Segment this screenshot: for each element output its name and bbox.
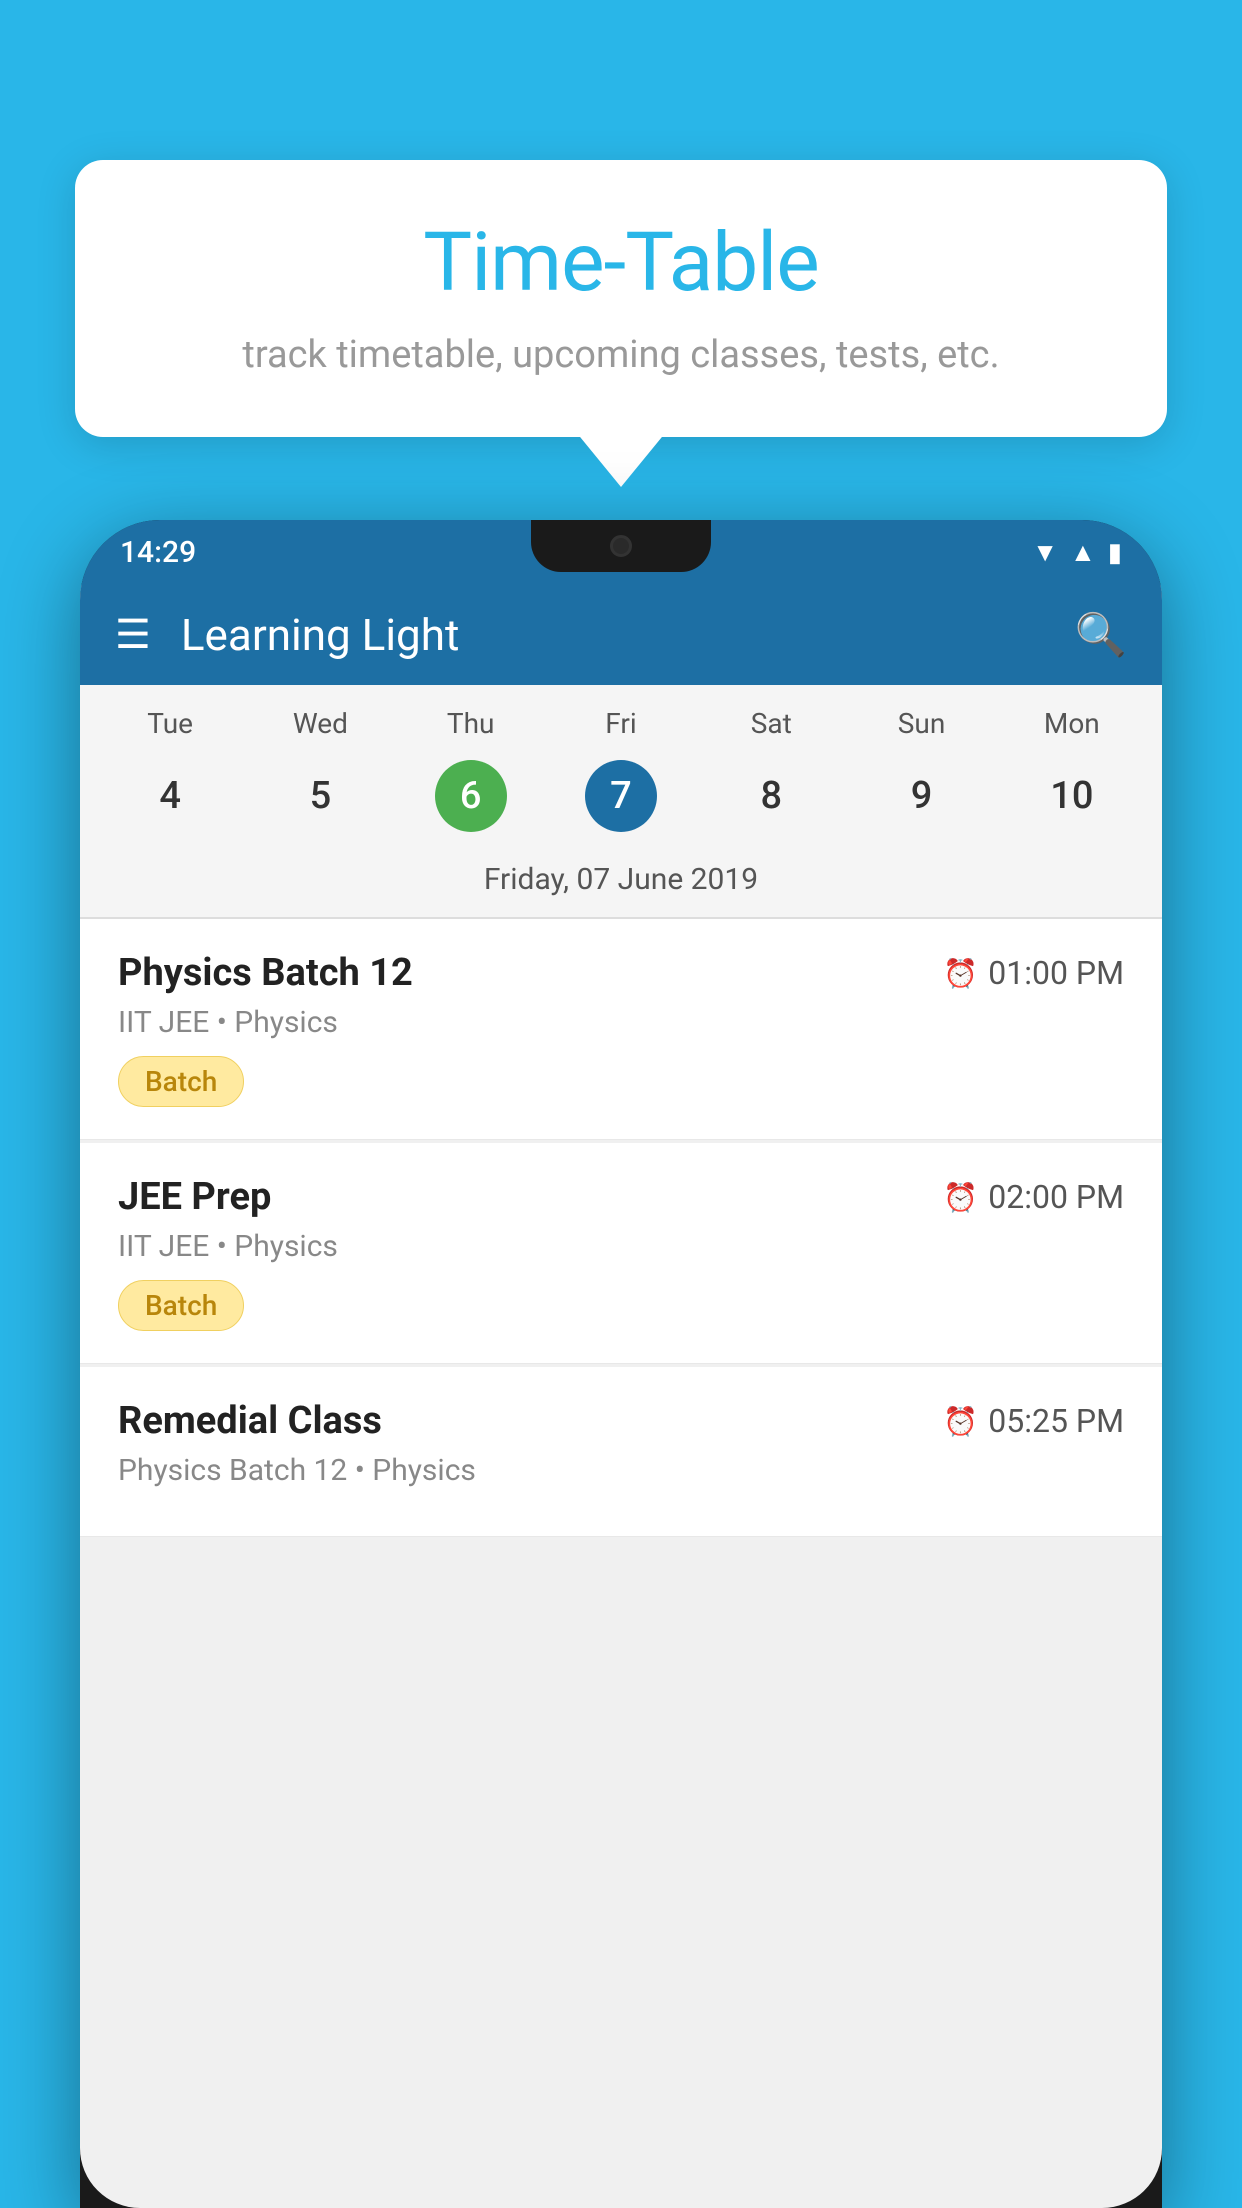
day-9[interactable]: 9 [886,760,958,832]
wifi-icon: ▼ [1032,537,1058,568]
schedule-item-3-title: Remedial Class [118,1399,382,1443]
day-name-mon: Mon [1032,707,1112,740]
clock-icon-3: ⏰ [943,1405,978,1438]
schedule-item-1-time: ⏰ 01:00 PM [943,954,1124,992]
schedule-item-3[interactable]: Remedial Class ⏰ 05:25 PM Physics Batch … [80,1367,1162,1537]
day-names-row: Tue Wed Thu Fri Sat Sun Mon [80,685,1162,750]
selected-date-label: Friday, 07 June 2019 [80,850,1162,918]
day-7-selected[interactable]: 7 [585,760,657,832]
schedule-item-1-header: Physics Batch 12 ⏰ 01:00 PM [118,951,1124,995]
schedule-item-1-subtitle: IIT JEE • Physics [118,1005,1124,1040]
schedule-item-3-time: ⏰ 05:25 PM [943,1402,1124,1440]
schedule-item-2-subtitle: IIT JEE • Physics [118,1229,1124,1264]
schedule-item-1[interactable]: Physics Batch 12 ⏰ 01:00 PM IIT JEE • Ph… [80,919,1162,1140]
hamburger-icon[interactable]: ☰ [115,615,151,655]
batch-badge-1: Batch [118,1056,244,1107]
schedule-item-1-title: Physics Batch 12 [118,951,413,995]
phone-screen: ☰ Learning Light 🔍 Tue Wed Thu Fri Sat S… [80,585,1162,2208]
status-icons: ▼ ▲ ▮ [1032,537,1122,568]
app-bar: ☰ Learning Light 🔍 [80,585,1162,685]
calendar-header: Tue Wed Thu Fri Sat Sun Mon 4 5 6 7 8 9 … [80,685,1162,919]
schedule-item-3-header: Remedial Class ⏰ 05:25 PM [118,1399,1124,1443]
phone-notch [531,520,711,572]
schedule-list: Physics Batch 12 ⏰ 01:00 PM IIT JEE • Ph… [80,919,1162,1540]
tooltip-title: Time-Table [135,215,1107,311]
schedule-item-2[interactable]: JEE Prep ⏰ 02:00 PM IIT JEE • Physics Ba… [80,1143,1162,1364]
day-name-thu: Thu [431,707,511,740]
camera-dot [610,535,632,557]
battery-icon: ▮ [1108,538,1122,568]
day-8[interactable]: 8 [735,760,807,832]
day-name-tue: Tue [130,707,210,740]
schedule-item-3-subtitle: Physics Batch 12 • Physics [118,1453,1124,1488]
batch-badge-2: Batch [118,1280,244,1331]
day-4[interactable]: 4 [134,760,206,832]
day-numbers-row[interactable]: 4 5 6 7 8 9 10 [80,750,1162,850]
day-6-today[interactable]: 6 [435,760,507,832]
app-title: Learning Light [181,609,1045,661]
day-name-sat: Sat [731,707,811,740]
day-name-wed: Wed [280,707,360,740]
day-name-fri: Fri [581,707,661,740]
phone-frame: 14:29 ▼ ▲ ▮ ☰ Learning Light 🔍 Tue Wed T… [80,520,1162,2208]
schedule-item-2-header: JEE Prep ⏰ 02:00 PM [118,1175,1124,1219]
status-time: 14:29 [120,535,196,570]
schedule-item-2-title: JEE Prep [118,1175,271,1219]
schedule-item-2-time: ⏰ 02:00 PM [943,1178,1124,1216]
search-icon[interactable]: 🔍 [1075,611,1127,660]
clock-icon-2: ⏰ [943,1181,978,1214]
tooltip-card: Time-Table track timetable, upcoming cla… [75,160,1167,437]
tooltip-subtitle: track timetable, upcoming classes, tests… [135,333,1107,377]
day-name-sun: Sun [882,707,962,740]
signal-icon: ▲ [1070,537,1096,568]
day-10[interactable]: 10 [1036,760,1108,832]
clock-icon-1: ⏰ [943,957,978,990]
day-5[interactable]: 5 [284,760,356,832]
